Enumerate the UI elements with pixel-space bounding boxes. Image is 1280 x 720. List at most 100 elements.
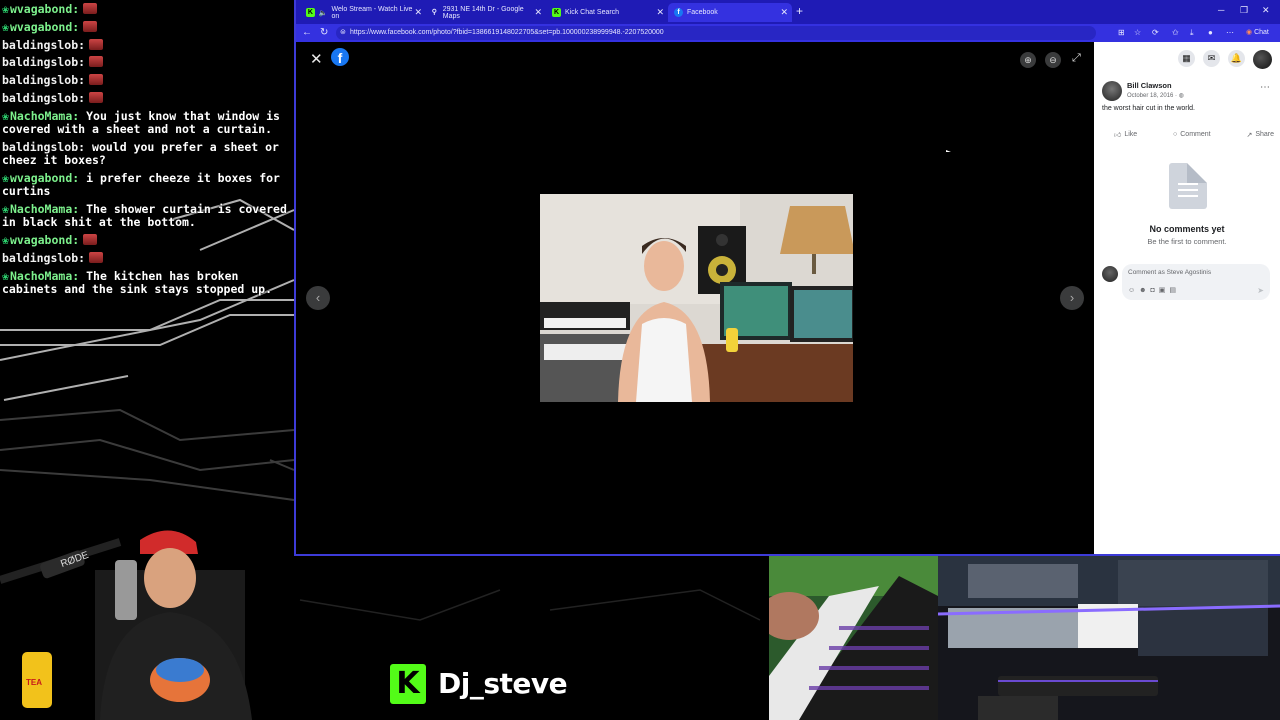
tab-google-maps[interactable]: ⚲ 2931 NE 14th Dr - Google Maps ✕ [424,3,546,22]
tab-label: Kick Chat Search [565,9,620,16]
chat-username[interactable]: baldingslob: [2,91,85,105]
chat-emote-icon [89,91,104,103]
tab-label: Facebook [687,9,718,16]
chat-badge-icon: ❀ [2,268,9,283]
next-photo-button[interactable]: › [1060,286,1084,310]
chat-emote-icon [83,20,98,32]
tab-kick-chat-search[interactable]: K Kick Chat Search ✕ [546,3,668,22]
facebook-logo-icon[interactable]: f [331,48,349,66]
thumbs-up-icon: 👍︎ [1114,132,1122,139]
copilot-icon: ◉ [1246,29,1253,36]
chat-username[interactable]: wvagabond: [10,233,79,247]
reload-icon[interactable]: ↻ [320,27,328,38]
like-button[interactable]: 👍︎ Like [1114,130,1137,139]
messenger-icon[interactable]: ✉ [1203,50,1220,67]
chat-badge-icon: ❀ [2,233,9,248]
avatar-sticker-icon[interactable]: ☺ [1128,287,1139,294]
chat-message: ❀wvagabond: i prefer cheeze it boxes for… [2,170,294,199]
translate-icon[interactable]: ⊞ [1118,28,1125,37]
commenter-avatar [1102,266,1118,282]
chat-emote-icon [89,38,104,50]
chat-username[interactable]: NachoMama: [10,202,79,216]
chat-badge-icon: ❀ [2,170,9,185]
post-photo[interactable] [540,194,853,402]
kick-icon: K [306,8,315,17]
comment-input[interactable]: Comment as Steve Agostinis ☺☻◘▣▤ ➤ [1122,264,1270,300]
chat-username[interactable]: NachoMama: [10,109,79,123]
tab-facebook[interactable]: f Facebook ✕ [668,3,792,22]
back-icon[interactable]: ← [302,27,312,38]
chat-message: ❀wvagabond: [2,234,294,247]
profile-icon[interactable]: ● [1208,28,1213,37]
favorites-icon[interactable]: ✩ [1172,28,1179,37]
chat-emote-icon [89,251,104,263]
gif-icon[interactable]: ▣ [1159,287,1170,294]
new-tab-icon[interactable]: + [796,4,803,18]
download-icon[interactable]: ⤓ [1190,28,1194,38]
emoji-icon[interactable]: ☻ [1139,287,1150,294]
chat-username[interactable]: wvagabond: [10,2,79,16]
chat-username[interactable]: wvagabond: [10,171,79,185]
comment-bubble-icon: ○ [1173,131,1178,138]
comment-button[interactable]: ○ Comment [1173,130,1211,139]
chat-badge-icon: ❀ [2,2,9,16]
sticker-icon[interactable]: ▤ [1169,287,1180,294]
refresh-extension-icon[interactable]: ⟳ [1152,28,1159,37]
close-icon[interactable]: ✕ [780,7,788,18]
window-close-icon[interactable]: ✕ [1262,5,1270,16]
chat-message: baldingslob: [2,251,294,265]
zoom-out-icon[interactable]: ⊖ [1045,52,1061,68]
camera-icon[interactable]: ◘ [1151,287,1159,294]
kick-logo-icon: K [390,664,426,704]
menu-dots-icon[interactable]: ⋯ [1226,28,1234,37]
chat-emote-icon [83,3,98,14]
account-avatar[interactable] [1253,50,1272,69]
send-icon[interactable]: ➤ [1257,286,1264,295]
chat-button[interactable]: ◉ Chat [1246,28,1269,36]
tab-kick-stream[interactable]: K 🔈 Welo Stream - Watch Live on ✕ [300,3,426,22]
post-caption: the worst hair cut in the world. [1102,105,1195,112]
bookmark-star-icon[interactable]: ☆ [1134,28,1141,37]
speaker-icon: 🔈 [318,9,328,17]
url-field[interactable]: ⊜ https://www.facebook.com/photo/?fbid=1… [336,26,1096,40]
chat-username[interactable]: baldingslob: [2,55,85,69]
close-icon[interactable]: ✕ [534,7,542,18]
comment-label: Comment [1180,131,1211,138]
chat-message: ❀NachoMama: You just know that window is… [2,109,294,137]
maximize-icon[interactable]: ❐ [1240,5,1248,16]
close-viewer-icon[interactable]: ✕ [310,50,323,68]
close-icon[interactable]: ✕ [414,7,422,18]
privacy-icon: ◍ [1178,93,1184,99]
fullscreen-icon[interactable]: ⤢ [1072,52,1081,65]
keyboard-cam-image [769,556,938,720]
site-info-icon[interactable]: ⊜ [340,26,346,40]
first-comment-hint: Be the first to comment. [1147,237,1227,246]
zoom-in-icon[interactable]: ⊕ [1020,52,1036,68]
author-avatar[interactable] [1102,81,1122,101]
desk-cam [938,556,1280,720]
menu-grid-icon[interactable]: ▦ [1178,50,1195,67]
post-actions: 👍︎ Like ○ Comment ↗ Share [1114,130,1274,139]
post-details-panel: ▦ ✉ 🔔 Bill Clawson October 18, 2016 · ◍ … [1094,42,1280,554]
panel-top-bar: ▦ ✉ 🔔 [1178,50,1272,69]
chat-emote-icon [83,234,98,246]
share-button[interactable]: ↗ Share [1246,130,1274,139]
previous-photo-button[interactable]: ‹ [306,286,330,310]
mouse-cursor-icon [946,150,951,152]
keyboard-cam [769,556,938,720]
chat-emote-icon [89,74,104,86]
minimize-icon[interactable]: ─ [1218,5,1224,15]
chat-username[interactable]: baldingslob: [2,38,85,52]
chat-emote-icon [89,56,104,68]
chat-username[interactable]: baldingslob: [2,140,85,154]
chat-username[interactable]: NachoMama: [10,269,79,283]
chat-username[interactable]: baldingslob: [2,73,85,87]
post-date-row[interactable]: October 18, 2016 · ◍ [1127,92,1184,99]
chat-username[interactable]: baldingslob: [2,251,85,265]
more-options-icon[interactable]: ⋯ [1260,82,1270,93]
notifications-icon[interactable]: 🔔 [1228,50,1245,67]
close-icon[interactable]: ✕ [656,7,664,18]
chat-message: ❀NachoMama: The shower curtain is covere… [2,202,294,230]
chat-username[interactable]: wvagabond: [10,20,79,34]
post-author[interactable]: Bill Clawson [1127,81,1172,90]
